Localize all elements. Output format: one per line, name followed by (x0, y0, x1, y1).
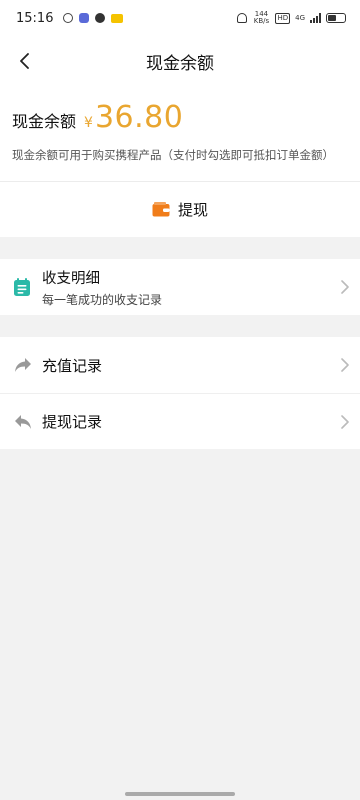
details-section: 收支明细 每一笔成功的收支记录 (0, 259, 360, 315)
balance-amount: 36.80 (94, 100, 184, 135)
forward-arrow-icon (15, 358, 31, 372)
status-time: 15:16 (16, 10, 54, 26)
currency-symbol: ¥ (84, 115, 93, 131)
chevron-right-icon (341, 414, 349, 429)
status-left: 15:16 (16, 10, 124, 26)
recharge-records-item[interactable]: 充值记录 (0, 337, 360, 393)
balance-row: 现金余额 ¥ 36.80 (12, 100, 348, 135)
chevron-left-icon (20, 53, 29, 69)
notepad-icon (14, 278, 30, 296)
app-notification-icon (79, 13, 90, 23)
wallet-icon (152, 202, 170, 217)
details-texts: 收支明细 每一笔成功的收支记录 (42, 267, 162, 308)
withdraw-button[interactable]: 提现 (0, 181, 360, 237)
status-bar: 15:16 144 KB/s HD 4G (0, 0, 360, 36)
details-item[interactable]: 收支明细 每一笔成功的收支记录 (0, 259, 360, 315)
dot-notification-icon (95, 13, 106, 23)
balance-card: 现金余额 ¥ 36.80 现金余额可用于购买携程产品（支付时勾选即可抵扣订单金额… (0, 86, 360, 181)
nav-bar: 现金余额 (0, 36, 360, 86)
details-subtitle: 每一笔成功的收支记录 (42, 292, 163, 307)
hd-badge: HD (275, 12, 291, 24)
recharge-records-label: 充值记录 (42, 356, 103, 375)
records-section: 充值记录 提现记录 (0, 337, 360, 449)
back-button[interactable] (12, 48, 38, 74)
chevron-right-icon (341, 358, 349, 372)
sync-icon (63, 13, 74, 23)
signal-icon (310, 13, 321, 23)
withdraw-records-item[interactable]: 提现记录 (0, 393, 360, 449)
withdraw-label: 提现 (177, 201, 208, 219)
page-title: 现金余额 (146, 53, 214, 74)
balance-description: 现金余额可用于购买携程产品（支付时勾选即可抵扣订单金额） (12, 148, 334, 162)
yellow-app-icon (111, 13, 124, 23)
network-speed: 144 KB/s (253, 10, 270, 25)
balance-label: 现金余额 (12, 112, 77, 131)
chevron-right-icon (341, 280, 349, 294)
network-type: 4G (295, 14, 305, 22)
reply-arrow-icon (15, 414, 31, 429)
details-title: 收支明细 (42, 270, 100, 287)
withdraw-records-label: 提现记录 (42, 413, 103, 431)
battery-icon (326, 13, 346, 23)
mute-icon (237, 13, 248, 23)
home-indicator[interactable] (125, 792, 235, 796)
status-right: 144 KB/s HD 4G (237, 11, 346, 25)
